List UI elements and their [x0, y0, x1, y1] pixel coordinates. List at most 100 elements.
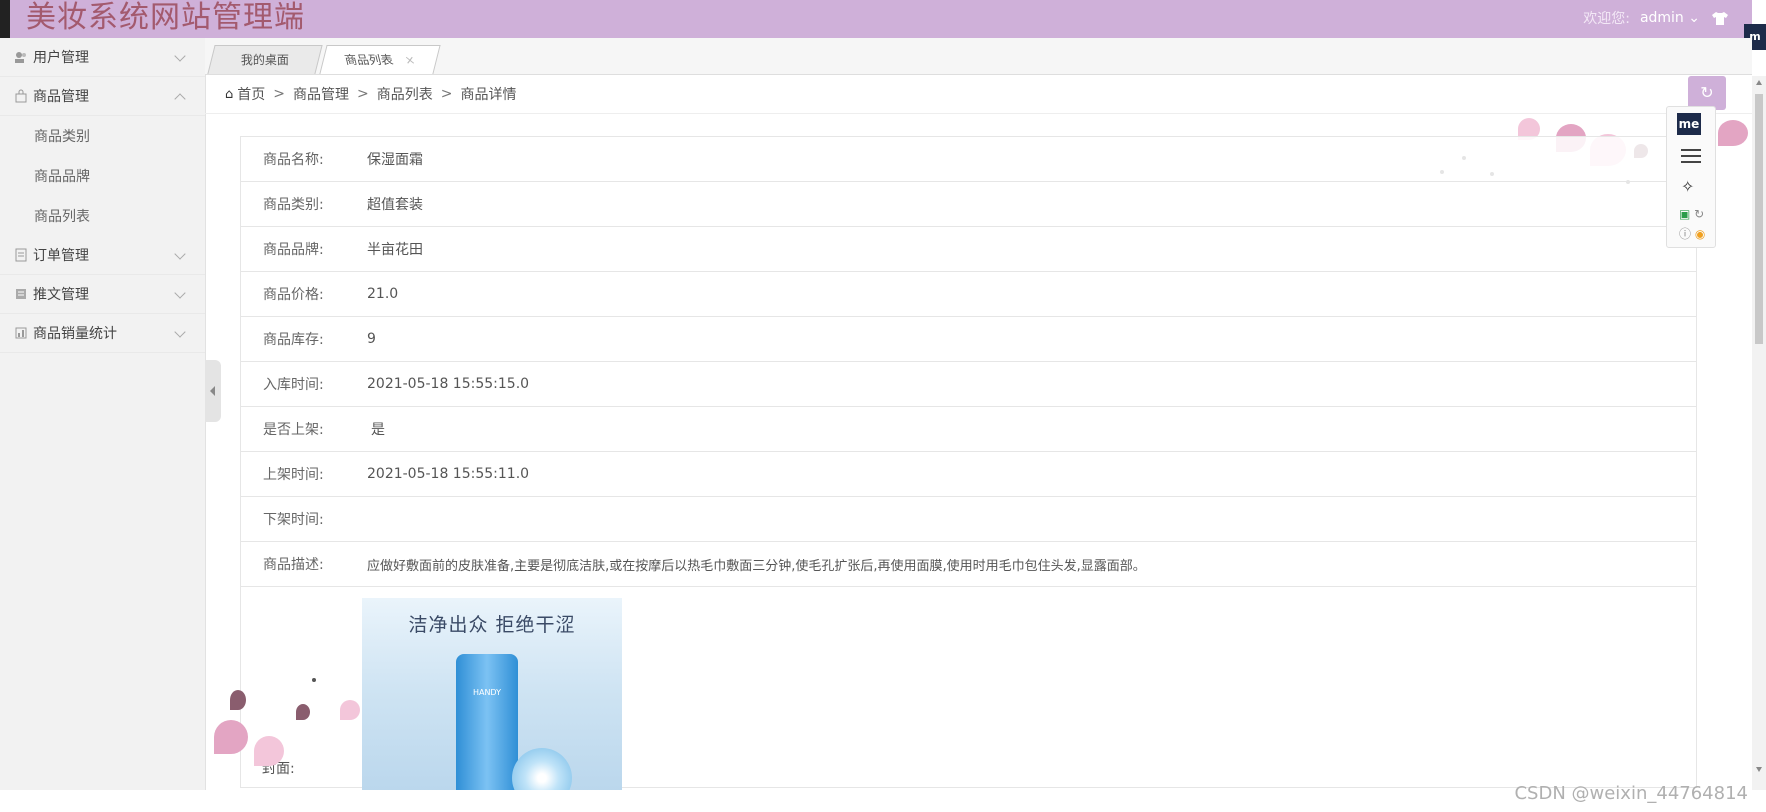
sidebar-item-posts[interactable]: 推文管理 [0, 275, 205, 314]
product-tube [456, 654, 518, 798]
header-left-strip [0, 0, 10, 38]
post-icon [14, 287, 28, 301]
menu-icon[interactable] [1681, 149, 1701, 163]
home-icon: ⌂ [225, 86, 234, 102]
field-value: 半亩花田 [367, 226, 1697, 272]
sidebar-item-label: 用户管理 [33, 50, 89, 66]
field-value: 超值套装 [367, 181, 1697, 227]
cast-icon[interactable]: ▣ ↻ [1679, 207, 1704, 221]
field-value: 21.0 [367, 271, 1697, 317]
blossom-decoration [230, 690, 246, 710]
sidebar-collapse-handle[interactable] [205, 360, 221, 422]
chevron-down-icon [174, 248, 186, 260]
table-row: 商品库存: 9 [240, 316, 1697, 362]
reload-icon[interactable]: ↻ [1694, 207, 1704, 221]
me-icon[interactable]: me [1677, 113, 1701, 135]
table-row: 商品名称: 保湿面霜 [240, 136, 1697, 182]
breadcrumb-separator: > [273, 86, 285, 102]
field-label: 商品库存: [240, 316, 367, 362]
top-header: 美妆系统网站管理端 欢迎您: admin ⌄ [0, 0, 1752, 38]
breadcrumb: ⌂ 首页 > 商品管理 > 商品列表 > 商品详情 [205, 75, 1752, 114]
field-label: 商品描述: [240, 541, 367, 587]
sidebar-item-sales-stats[interactable]: 商品销量统计 [0, 314, 205, 353]
product-cover-image: 洁净出众 拒绝干涩 HANDY [362, 598, 622, 798]
theme-shirt-icon[interactable] [1710, 11, 1730, 25]
chevron-down-icon [174, 287, 186, 299]
tab-bar: 我的桌面 商品列表 × [205, 38, 1752, 75]
field-label: 入库时间: [240, 361, 367, 407]
table-row: 下架时间: [240, 496, 1697, 542]
field-label: 商品价格: [240, 271, 367, 317]
scroll-up-arrow-icon[interactable] [1756, 80, 1762, 85]
chevron-down-icon [174, 50, 186, 62]
table-row: 商品描述: 应做好敷面前的皮肤准备,主要是彻底洁肤,或在按摩后以热毛巾敷面三分钟,… [240, 541, 1697, 587]
sidebar-subitem-brand[interactable]: 商品品牌 [0, 156, 205, 196]
table-row: 上架时间: 2021-05-18 15:55:11.0 [240, 451, 1697, 497]
field-label: 商品名称: [240, 136, 367, 182]
header-user-area: 欢迎您: admin ⌄ [1583, 0, 1730, 36]
blossom-decoration [340, 700, 360, 720]
tab-desktop[interactable]: 我的桌面 [207, 45, 323, 74]
field-label: 商品品牌: [240, 226, 367, 272]
sidebar-item-products[interactable]: 商品管理 [0, 77, 205, 116]
user-menu[interactable]: admin ⌄ [1640, 10, 1700, 26]
blossom-decoration [214, 720, 248, 754]
eye-icon[interactable]: ◉ [1695, 227, 1705, 241]
table-row: 入库时间: 2021-05-18 15:55:15.0 [240, 361, 1697, 407]
info-icon[interactable]: ⓘ ◉ [1679, 225, 1705, 242]
close-icon[interactable]: × [401, 46, 418, 74]
bottom-strip [0, 790, 1766, 812]
browser-extension-toolbar: me ✧ ▣ ↻ ⓘ ◉ [1666, 106, 1716, 248]
magic-wand-icon[interactable]: ✧ [1681, 177, 1694, 196]
sidebar-item-label: 商品管理 [33, 89, 89, 105]
field-value: 2021-05-18 15:55:15.0 [367, 361, 1697, 407]
scroll-thumb[interactable] [1755, 94, 1763, 344]
sidebar-item-label: 订单管理 [33, 248, 89, 264]
chevron-down-icon [174, 326, 186, 338]
breadcrumb-separator: > [357, 86, 369, 102]
sidebar-subitem-category[interactable]: 商品类别 [0, 116, 205, 156]
tab-label: 商品列表 [343, 53, 395, 67]
breadcrumb-separator: > [440, 86, 453, 102]
chevron-up-icon [174, 93, 186, 105]
sidebar-item-orders[interactable]: 订单管理 [0, 236, 205, 275]
sidebar: 用户管理 商品管理 商品类别 商品品牌 商品列表 订单管理 推文管理 商品销量统… [0, 38, 206, 812]
sidebar-item-label: 商品销量统计 [33, 326, 117, 342]
field-value [367, 496, 1697, 542]
cover-slogan: 洁净出众 拒绝干涩 [408, 614, 576, 636]
page-scrollbar[interactable] [1752, 76, 1766, 812]
chevron-left-icon [210, 386, 215, 396]
field-value: 是 [367, 406, 1697, 452]
scroll-down-arrow-icon[interactable] [1756, 767, 1762, 772]
breadcrumb-item[interactable]: 商品列表 [377, 84, 433, 104]
refresh-button[interactable]: ↻ [1688, 76, 1726, 110]
table-row: 商品类别: 超值套装 [240, 181, 1697, 227]
field-value: 9 [367, 316, 1697, 362]
table-row: 商品品牌: 半亩花田 [240, 226, 1697, 272]
blossom-decoration [296, 704, 310, 720]
watermark: CSDN @weixin_44764814 [1514, 783, 1748, 804]
app-title: 美妆系统网站管理端 [26, 0, 305, 35]
users-icon [14, 50, 28, 64]
order-icon [14, 248, 28, 262]
breadcrumb-item[interactable]: 首页 [237, 84, 265, 104]
table-row: 商品价格: 21.0 [240, 271, 1697, 317]
tab-label: 我的桌面 [240, 53, 289, 67]
tab-product-list[interactable]: 商品列表 × [319, 45, 441, 74]
field-label: 下架时间: [240, 496, 367, 542]
field-value: 保湿面霜 [367, 136, 1697, 182]
sidebar-item-users[interactable]: 用户管理 [0, 38, 205, 77]
petal-dot [312, 678, 316, 682]
breadcrumb-item[interactable]: 商品管理 [293, 84, 349, 104]
blossom-decoration [1718, 120, 1748, 146]
bag-icon [14, 89, 28, 103]
breadcrumb-item: 商品详情 [460, 87, 517, 103]
field-value: 应做好敷面前的皮肤准备,主要是彻底洁肤,或在按摩后以热毛巾敷面三分钟,使毛孔扩张… [367, 541, 1697, 587]
cover-brand: HANDY [472, 688, 502, 697]
username: admin [1639, 10, 1684, 26]
sidebar-subitem-product-list[interactable]: 商品列表 [0, 196, 205, 236]
field-value: 2021-05-18 15:55:11.0 [367, 451, 1697, 497]
welcome-text: 欢迎您: [1583, 11, 1630, 27]
chart-icon [14, 326, 28, 340]
field-label: 商品类别: [240, 181, 367, 227]
